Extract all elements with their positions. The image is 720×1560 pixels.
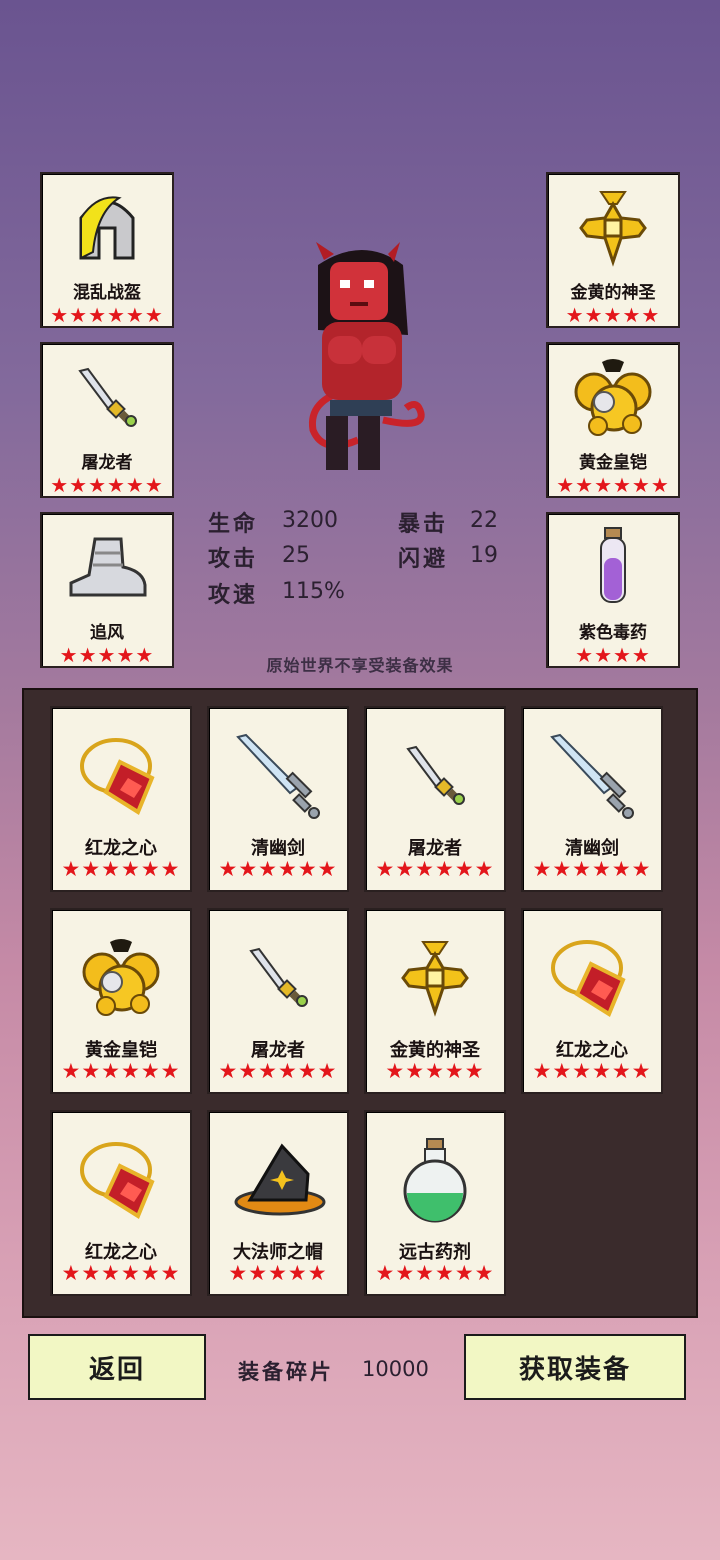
item-name: 黄金皇铠 [579,453,647,473]
stat-dodge-value: 19 [470,543,498,568]
star-rating: ★★★★★★ [375,857,495,881]
star-rating: ★★★★★★ [532,1059,652,1083]
star-rating: ★★★★★★ [61,857,181,881]
star-rating: ★★★★★ [228,1261,328,1285]
fragments-value: 10000 [362,1357,429,1381]
sword-icon [523,722,661,830]
stat-atk-label: 攻击 [208,547,259,572]
inventory-item-2[interactable]: 屠龙者 ★★★★★★ [364,706,506,892]
inventory-item-0[interactable]: 红龙之心 ★★★★★★ [50,706,192,892]
dagger-icon [209,924,347,1032]
stat-hp-label: 生命 [208,512,259,537]
helmet-icon [42,180,172,275]
inventory-item-5[interactable]: 屠龙者 ★★★★★★ [207,908,349,1094]
stat-atk-value: 25 [282,543,310,568]
holy-cross-icon [548,180,678,275]
equipped-right-slot-0[interactable]: 金黄的神圣 ★★★★★ [546,172,680,328]
equipped-right-slot-2[interactable]: 紫色毒药 ★★★★ [546,512,680,668]
equipped-left-slot-1[interactable]: 屠龙者 ★★★★★★ [40,342,174,498]
star-rating: ★★★★★★ [50,303,164,327]
star-rating: ★★★★★★ [218,1059,338,1083]
inventory-item-7[interactable]: 红龙之心 ★★★★★★ [521,908,663,1094]
equipment-effect-note: 原始世界不享受装备效果 [266,656,454,675]
character-sprite [288,240,438,480]
inventory-item-6[interactable]: 金黄的神圣 ★★★★★ [364,908,506,1094]
star-rating: ★★★★★ [385,1059,485,1083]
equipped-left-slot-0[interactable]: 混乱战盔 ★★★★★★ [40,172,174,328]
item-name: 追风 [90,623,124,643]
dagger-icon [366,722,504,830]
stat-aspd-value: 115% [282,579,345,604]
gold-armor-icon [548,350,678,445]
item-name: 屠龙者 [81,453,133,473]
inventory-item-9[interactable]: 大法师之帽 ★★★★★ [207,1110,349,1296]
stat-dodge-label: 闪避 [398,547,449,572]
amulet-icon [52,1126,190,1234]
boot-icon [42,520,172,615]
item-name: 金黄的神圣 [570,283,656,303]
amulet-icon [52,722,190,830]
star-rating: ★★★★★★ [50,473,164,497]
get-equipment-button[interactable]: 获取装备 [464,1334,686,1400]
inventory-item-3[interactable]: 清幽剑 ★★★★★★ [521,706,663,892]
item-name: 紫色毒药 [579,623,647,643]
gold-armor-icon [52,924,190,1032]
back-button[interactable]: 返回 [28,1334,206,1400]
inventory-item-10[interactable]: 远古药剂 ★★★★★★ [364,1110,506,1296]
fragments-label: 装备碎片 [238,1360,334,1384]
amulet-icon [523,924,661,1032]
star-rating: ★★★★★★ [532,857,652,881]
dagger-icon [42,350,172,445]
stat-crit-label: 暴击 [398,512,449,537]
star-rating: ★★★★★★ [375,1261,495,1285]
holy-cross-icon [366,924,504,1032]
star-rating: ★★★★★★ [61,1261,181,1285]
potion-vial-icon [548,520,678,615]
wizard-hat-icon [209,1126,347,1234]
star-rating: ★★★★★ [565,303,661,327]
inventory-item-4[interactable]: 黄金皇铠 ★★★★★★ [50,908,192,1094]
item-name: 混乱战盔 [73,283,141,303]
star-rating: ★★★★★★ [218,857,338,881]
equipped-left-slot-2[interactable]: 追风 ★★★★★ [40,512,174,668]
star-rating: ★★★★★★ [61,1059,181,1083]
equipped-right-slot-1[interactable]: 黄金皇铠 ★★★★★★ [546,342,680,498]
inventory-item-1[interactable]: 清幽剑 ★★★★★★ [207,706,349,892]
star-rating: ★★★★★★ [556,473,670,497]
stat-aspd-label: 攻速 [208,583,259,608]
inventory-item-8[interactable]: 红龙之心 ★★★★★★ [50,1110,192,1296]
stat-crit-value: 22 [470,508,498,533]
sword-icon [209,722,347,830]
flask-icon [366,1126,504,1234]
stat-hp-value: 3200 [282,508,338,533]
